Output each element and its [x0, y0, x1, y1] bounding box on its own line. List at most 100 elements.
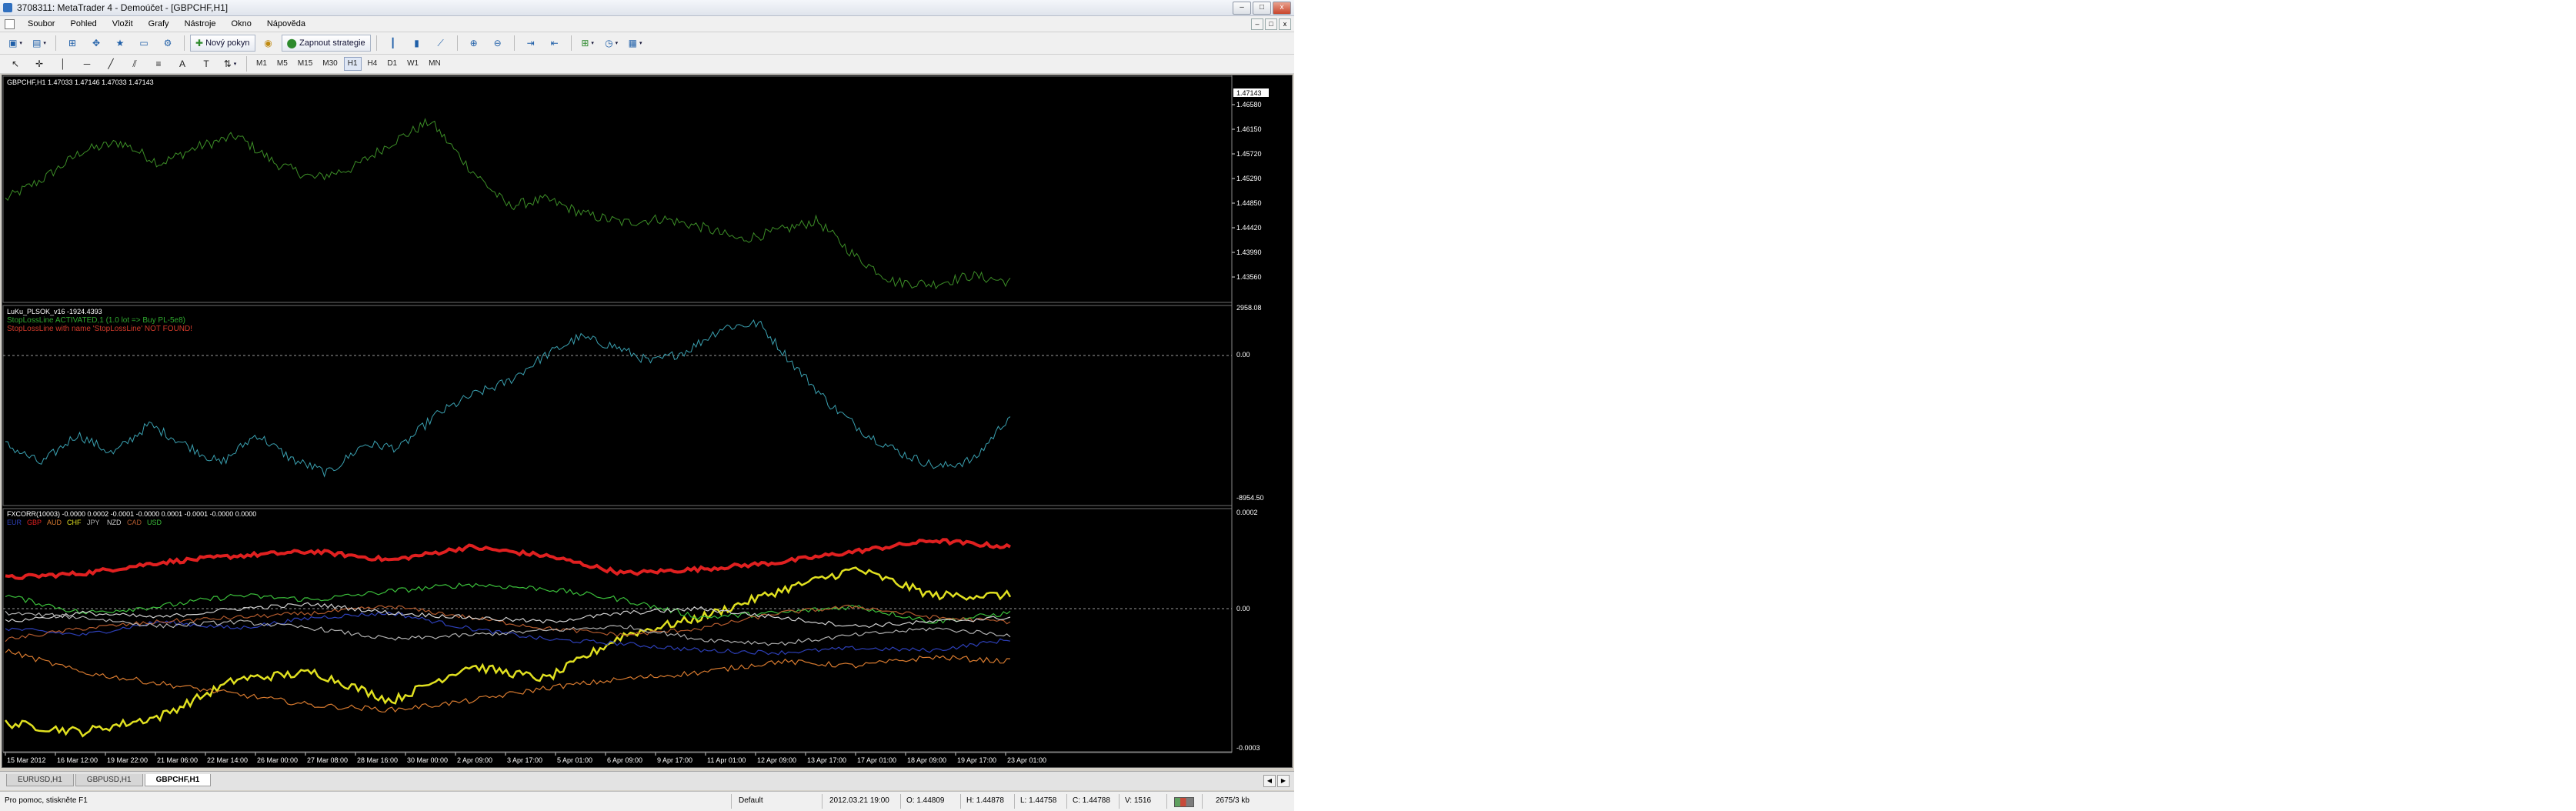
- status-low: L: 1.44758: [1020, 796, 1057, 805]
- vertical-line-button[interactable]: │: [52, 55, 74, 72]
- zoom-in-icon: ⊕: [469, 38, 478, 48]
- zoom-out-button[interactable]: ⊖: [487, 35, 509, 52]
- profiles-button[interactable]: ▤ ▾: [28, 35, 50, 52]
- timeframe-h1-button[interactable]: H1: [343, 57, 362, 71]
- expert-advisors-button[interactable]: ⬤ Zapnout strategie: [281, 35, 371, 52]
- status-divider: [1166, 794, 1167, 809]
- close-button[interactable]: x: [1273, 2, 1291, 15]
- tab-scroll-left-icon[interactable]: ◀: [1263, 775, 1276, 787]
- terminal-button[interactable]: ▭: [133, 35, 155, 52]
- timeframe-m15-button[interactable]: M15: [294, 57, 316, 71]
- indicator2-header: FXCORR(10003) -0.0000 0.0002 -0.0001 -0.…: [7, 510, 256, 518]
- chart-shift-button[interactable]: ⇤: [544, 35, 566, 52]
- new-chart-button[interactable]: ▣ ▾: [5, 35, 26, 52]
- indicator1-axis-label: -8954.50: [1236, 494, 1264, 502]
- timeframe-h4-button[interactable]: H4: [364, 57, 382, 71]
- time-axis-label: 30 Mar 00:00: [407, 756, 448, 764]
- toolbar-separator: [456, 35, 458, 51]
- trendline-icon: ╱: [108, 58, 114, 69]
- chart-shift-icon: ⇤: [550, 38, 559, 48]
- status-profile[interactable]: Default: [739, 796, 763, 805]
- menu-view[interactable]: Pohled: [62, 16, 104, 32]
- indicator1-series-line: [5, 319, 1011, 478]
- line-chart-button[interactable]: ⟋: [430, 35, 452, 52]
- chart-canvas[interactable]: GBPCHF,H1 1.47033 1.47146 1.47033 1.4714…: [2, 75, 1292, 767]
- arrows-button[interactable]: ⇅ ▾: [219, 55, 241, 72]
- timeframe-m30-button[interactable]: M30: [319, 57, 341, 71]
- indicator2-legend-cad: CAD: [127, 519, 142, 526]
- menu-charts[interactable]: Grafy: [141, 16, 177, 32]
- menu-insert[interactable]: Vložit: [105, 16, 141, 32]
- child-restore-button[interactable]: □: [1265, 18, 1277, 30]
- toolbar-separator: [55, 35, 56, 51]
- timeframe-mn-button[interactable]: MN: [425, 57, 445, 71]
- cursor-button[interactable]: ↖: [5, 55, 26, 72]
- indicator2-legend-nzd: NZD: [107, 519, 122, 526]
- minimize-button[interactable]: –: [1233, 2, 1251, 15]
- timeframe-m1-button[interactable]: M1: [252, 57, 271, 71]
- price-axis-label: 1.45720: [1236, 150, 1262, 158]
- price-axis-label: 1.44850: [1236, 199, 1262, 207]
- auto-scroll-button[interactable]: ⇥: [520, 35, 542, 52]
- menu-tools[interactable]: Nástroje: [177, 16, 224, 32]
- menu-help[interactable]: Nápověda: [259, 16, 313, 32]
- time-axis-label: 3 Apr 17:00: [507, 756, 542, 764]
- time-axis-label: 5 Apr 01:00: [557, 756, 592, 764]
- indicator2-legend-aud: AUD: [47, 519, 62, 526]
- metaeditor-button[interactable]: ◉: [258, 35, 279, 52]
- child-minimize-button[interactable]: –: [1251, 18, 1263, 30]
- candlestick-icon: ▮: [414, 38, 419, 48]
- tab-scroll-right-icon[interactable]: ▶: [1277, 775, 1290, 787]
- cursor-icon: ↖: [11, 58, 20, 69]
- menu-window[interactable]: Okno: [224, 16, 259, 32]
- new-order-label: Nový pokyn: [205, 38, 250, 48]
- periods-button[interactable]: ◷ ▾: [601, 35, 622, 52]
- bar-chart-button[interactable]: ┃: [382, 35, 404, 52]
- tab-gbpchf-h1[interactable]: GBPCHF,H1: [144, 774, 212, 786]
- timeframe-w1-button[interactable]: W1: [403, 57, 422, 71]
- tab-gbpusd-h1[interactable]: GBPUSD,H1: [75, 774, 143, 786]
- horizontal-line-icon: ─: [83, 58, 91, 69]
- timeframe-d1-button[interactable]: D1: [383, 57, 401, 71]
- toolbar-separator: [246, 56, 247, 72]
- horizontal-line-button[interactable]: ─: [76, 55, 98, 72]
- timeframe-m5-button[interactable]: M5: [273, 57, 292, 71]
- trendline-button[interactable]: ╱: [100, 55, 122, 72]
- templates-button[interactable]: ▦ ▾: [625, 35, 646, 52]
- market-watch-button[interactable]: ⊞: [62, 35, 83, 52]
- channel-button[interactable]: ⫽: [124, 55, 145, 72]
- indicators-icon: ⊞: [581, 38, 589, 48]
- indicators-button[interactable]: ⊞ ▾: [577, 35, 599, 52]
- bar-chart-icon: ┃: [389, 38, 396, 48]
- fibonacci-icon: ≡: [155, 58, 162, 69]
- tester-button[interactable]: ⚙: [157, 35, 179, 52]
- indicator2-pane-frame: [2, 508, 1233, 753]
- menu-file[interactable]: Soubor: [20, 16, 62, 32]
- time-axis-label: 22 Mar 14:00: [207, 756, 248, 764]
- price-axis-label: 1.46150: [1236, 125, 1262, 133]
- tester-icon: ⚙: [163, 38, 172, 48]
- time-axis-label: 16 Mar 12:00: [57, 756, 98, 764]
- navigator-button[interactable]: ★: [109, 35, 131, 52]
- text-label-button[interactable]: T: [195, 55, 217, 72]
- zoom-in-button[interactable]: ⊕: [463, 35, 485, 52]
- window-title: 3708311: MetaTrader 4 - Demoúčet - [GBPC…: [17, 2, 229, 13]
- chart-tabs-bar: EURUSD,H1 GBPUSD,H1 GBPCHF,H1 ◀ ▶: [0, 771, 1294, 790]
- price-chart-header: GBPCHF,H1 1.47033 1.47146 1.47033 1.4714…: [7, 78, 154, 86]
- tab-eurusd-h1[interactable]: EURUSD,H1: [6, 774, 74, 786]
- new-order-button[interactable]: ✚ Nový pokyn: [190, 35, 255, 52]
- document-icon[interactable]: [5, 19, 15, 29]
- candlestick-button[interactable]: ▮: [406, 35, 428, 52]
- title-bar: 3708311: MetaTrader 4 - Demoúčet - [GBPC…: [0, 0, 1294, 16]
- time-axis-label: 17 Apr 01:00: [857, 756, 896, 764]
- maximize-button[interactable]: □: [1253, 2, 1271, 15]
- text-button[interactable]: A: [172, 55, 193, 72]
- chart-window[interactable]: GBPCHF,H1 1.47033 1.47146 1.47033 1.4714…: [2, 75, 1293, 768]
- connection-status-icon[interactable]: [1174, 797, 1194, 807]
- child-close-button[interactable]: x: [1279, 18, 1291, 30]
- time-axis-label: 13 Apr 17:00: [807, 756, 846, 764]
- data-window-button[interactable]: ✥: [85, 35, 107, 52]
- fibonacci-button[interactable]: ≡: [148, 55, 169, 72]
- crosshair-button[interactable]: ✛: [28, 55, 50, 72]
- toolbar-separator: [184, 35, 185, 51]
